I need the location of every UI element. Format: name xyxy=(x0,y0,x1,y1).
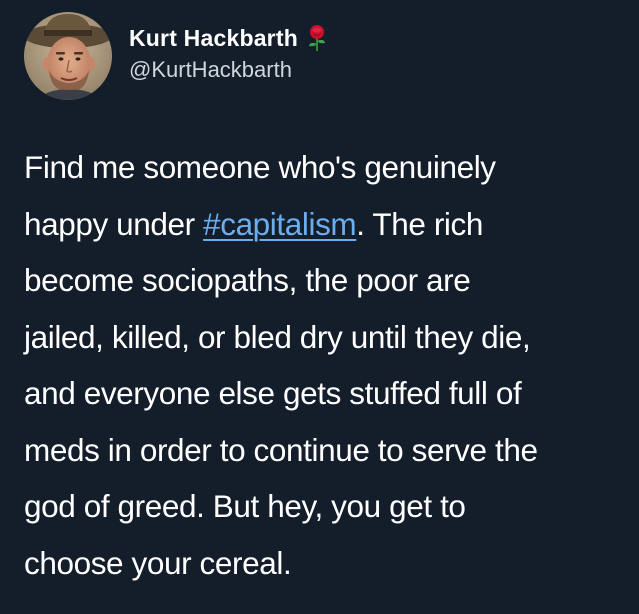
text-segment: and everyone else gets stuffed full of xyxy=(24,375,522,411)
rose-icon xyxy=(306,24,328,52)
text-segment: happy under xyxy=(24,205,204,242)
tweet-text-line: and everyone else gets stuffed full of xyxy=(24,365,624,422)
tweet-header: Kurt Hackbarth @KurtHackbarth xyxy=(24,10,328,102)
tweet-text-line: choose your cereal. xyxy=(24,535,624,592)
tweet-text-line: become sociopaths, the poor are xyxy=(24,252,624,309)
tweet-text-line: meds in order to continue to serve the xyxy=(24,422,624,479)
tweet-text-line: Find me someone who's genuinely xyxy=(24,139,624,196)
text-segment: choose your cereal. xyxy=(24,544,292,581)
author-names: Kurt Hackbarth @KurtHackbarth xyxy=(129,23,328,85)
text-segment: jailed, killed, or bled dry until they d… xyxy=(24,318,531,355)
tweet-text-line: god of greed. But hey, you get to xyxy=(24,478,624,535)
display-name-row: Kurt Hackbarth xyxy=(129,23,328,53)
text-segment: become sociopaths, the poor are xyxy=(24,262,471,298)
avatar[interactable] xyxy=(24,12,112,100)
text-segment: god of greed. But hey, you get to xyxy=(24,488,466,524)
text-segment: meds in order to continue to serve the xyxy=(24,431,538,468)
tweet-card: Kurt Hackbarth @KurtHackbarth Find me so… xyxy=(0,0,639,614)
tweet-text-line: happy under #capitalism. The rich xyxy=(24,196,624,253)
tweet-text: Find me someone who's genuinely happy un… xyxy=(24,139,624,591)
tweet-text-line: jailed, killed, or bled dry until they d… xyxy=(24,309,624,366)
avatar-photo-icon xyxy=(24,12,112,100)
hashtag-link[interactable]: #capitalism xyxy=(203,206,357,242)
text-segment: . The rich xyxy=(356,205,483,242)
display-name[interactable]: Kurt Hackbarth xyxy=(129,23,298,53)
text-segment: Find me someone who's genuinely xyxy=(24,149,496,185)
handle[interactable]: @KurtHackbarth xyxy=(129,55,328,85)
